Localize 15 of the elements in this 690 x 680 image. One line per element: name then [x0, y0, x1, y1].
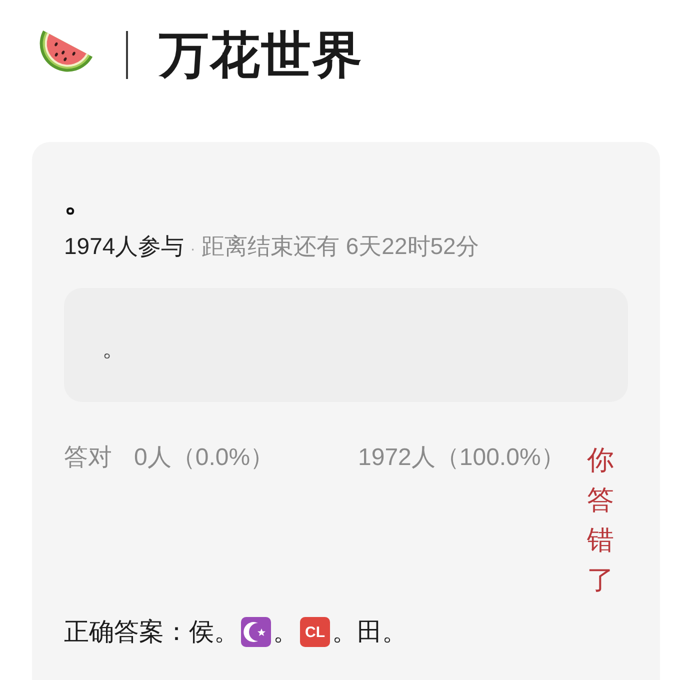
answer-text: 。	[273, 617, 298, 648]
letter-tile: CL	[300, 617, 330, 647]
answer-option[interactable]: 。	[64, 288, 628, 402]
participant-count: 1974人参与	[64, 232, 184, 261]
wrong-count: 1972人（100.0%）	[358, 443, 565, 473]
poll-title: 。	[64, 184, 94, 220]
correct-label: 答对	[64, 443, 112, 473]
correct-count: 0人（0.0%）	[134, 443, 274, 473]
answer-text: 侯。	[189, 617, 239, 648]
answer-label: 正确答案：	[64, 617, 189, 648]
channel-title: 万花世界	[159, 28, 363, 82]
countdown-text: 距离结束还有 6天22时52分	[202, 232, 479, 261]
answer-text: 。田。	[332, 617, 407, 648]
separator-dot: ·	[190, 240, 196, 260]
result-text: 你答错了	[586, 444, 614, 597]
